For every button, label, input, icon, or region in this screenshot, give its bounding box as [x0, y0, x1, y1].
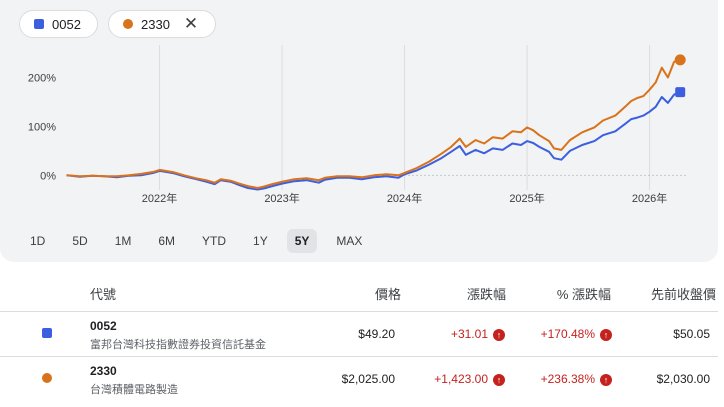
chip-0052[interactable]: 0052	[19, 10, 98, 38]
row-change: +1,423.00 ↑	[434, 372, 505, 386]
row-pct: +236.38% ↑	[541, 372, 612, 386]
chip-2330[interactable]: 2330 ✕	[108, 10, 216, 38]
blue-square-icon	[34, 19, 44, 29]
row-change-value: +31.01	[450, 327, 488, 341]
header-price: 價格	[374, 287, 401, 302]
chip-label-0052: 0052	[52, 16, 81, 32]
header-pct: % 漲跌幅	[556, 287, 611, 302]
range-1m[interactable]: 1M	[107, 229, 140, 253]
row-symbol: 0052	[90, 319, 117, 333]
row-pct-value: +170.48%	[540, 327, 595, 341]
range-5d[interactable]: 5D	[64, 229, 95, 253]
range-1d[interactable]: 1D	[22, 229, 53, 253]
chip-label-2330: 2330	[141, 16, 170, 32]
orange-circle-icon	[42, 373, 52, 383]
orange-circle-icon	[123, 19, 133, 29]
header-change: 漲跌幅	[466, 287, 506, 302]
y-tick-label: 0%	[40, 170, 56, 182]
series-end-marker-0052	[675, 87, 686, 98]
header-code: 代號	[90, 287, 117, 302]
row-prev-close: $50.05	[673, 327, 710, 341]
header-prev-close: 先前收盤價	[650, 287, 716, 302]
comparison-chart[interactable]: 2022年 2023年 2024年 2025年 2026年 0% 100% 200%	[0, 45, 718, 210]
range-6m[interactable]: 6M	[150, 229, 183, 253]
row-price: $2,025.00	[341, 372, 395, 386]
row-price: $49.20	[358, 327, 395, 341]
arrow-up-icon: ↑	[600, 373, 612, 386]
x-tick-label: 2023年	[264, 191, 299, 205]
range-selector: 1D 5D 1M 6M YTD 1Y 5Y MAX	[22, 229, 381, 253]
range-ytd[interactable]: YTD	[194, 229, 234, 253]
range-max[interactable]: MAX	[328, 229, 370, 253]
row-change-value: +1,423.00	[434, 372, 488, 386]
blue-square-icon	[42, 328, 52, 338]
arrow-up-icon: ↑	[600, 328, 612, 341]
x-tick-label: 2026年	[632, 191, 667, 205]
range-1y[interactable]: 1Y	[245, 229, 276, 253]
x-tick-label: 2025年	[509, 191, 544, 205]
table-row[interactable]: 0052 富邦台灣科技指數證券投資信託基金 $49.20 +31.01 ↑ +17…	[0, 312, 718, 356]
x-tick-label: 2022年	[142, 191, 177, 205]
series-end-marker-2330	[674, 54, 686, 66]
y-tick-label: 100%	[28, 121, 56, 133]
row-name: 富邦台灣科技指數證券投資信託基金	[90, 339, 266, 351]
series-line-2330	[66, 58, 681, 189]
row-pct-value: +236.38%	[540, 372, 595, 386]
row-symbol: 2330	[90, 364, 117, 378]
row-prev-close: $2,030.00	[656, 372, 710, 386]
table-row[interactable]: 2330 台灣積體電路製造 $2,025.00 +1,423.00 ↑ +236.…	[0, 357, 718, 401]
arrow-up-icon: ↑	[493, 373, 505, 386]
row-change: +31.01 ↑	[451, 327, 505, 341]
close-icon[interactable]: ✕	[184, 14, 198, 34]
range-5y[interactable]: 5Y	[286, 229, 318, 253]
row-name: 台灣積體電路製造	[90, 384, 178, 396]
x-tick-label: 2024年	[387, 191, 422, 205]
chart-card: 0052 2330 ✕ 2022年 2023年 2024年 2025年 2026年 0% 1…	[0, 0, 718, 262]
arrow-up-icon: ↑	[493, 328, 505, 341]
y-tick-label: 200%	[28, 72, 56, 84]
row-pct: +170.48% ↑	[541, 327, 612, 341]
